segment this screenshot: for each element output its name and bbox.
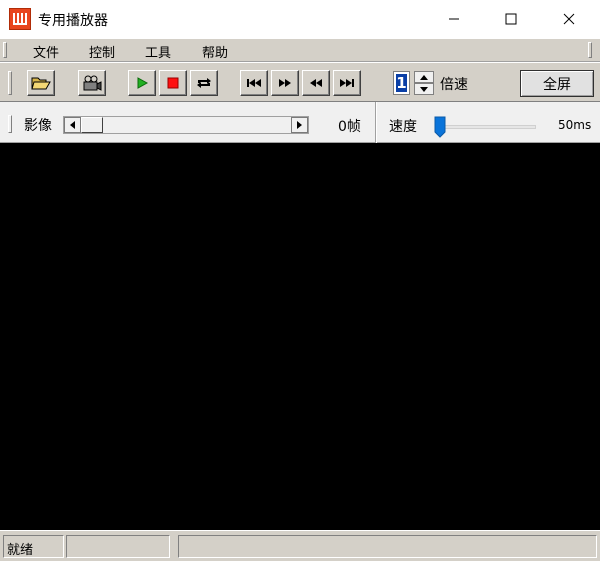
arrow-left-icon xyxy=(70,121,75,129)
fast-forward-button[interactable] xyxy=(271,70,299,96)
repeat-icon xyxy=(197,78,211,88)
close-button[interactable] xyxy=(546,0,592,38)
image-label: 影像 xyxy=(24,118,52,134)
skip-to-start-icon xyxy=(247,79,261,87)
fullscreen-button[interactable]: 全屏 xyxy=(520,70,594,97)
open-button[interactable] xyxy=(27,70,55,96)
close-icon xyxy=(563,13,575,25)
app-icon xyxy=(9,8,31,30)
slider-divider xyxy=(375,102,377,143)
image-scroll-thumb[interactable] xyxy=(81,117,103,133)
fast-forward-icon xyxy=(279,79,291,87)
repeat-button[interactable] xyxy=(190,70,218,96)
menu-bar: 文件 控制 工具 帮助 xyxy=(0,38,600,62)
open-folder-icon xyxy=(31,77,51,90)
menubar-grip[interactable] xyxy=(3,42,7,58)
chevron-down-icon xyxy=(420,86,428,92)
chevron-up-icon xyxy=(420,74,428,80)
toolbar-grip[interactable] xyxy=(8,71,12,95)
rewind-button[interactable] xyxy=(302,70,330,96)
slider-bar: 影像 0帧 速度 50ms xyxy=(0,102,600,143)
menubar-grip-right xyxy=(588,42,592,58)
speed-multiplier-value: 1 xyxy=(396,74,407,92)
menu-file[interactable]: 文件 xyxy=(33,42,59,61)
status-ready: 就绪 xyxy=(3,535,64,558)
title-bar: 专用播放器 xyxy=(0,0,600,38)
maximize-icon xyxy=(505,13,517,25)
skip-to-end-icon xyxy=(340,79,354,87)
window-title: 专用播放器 xyxy=(38,13,108,29)
minimize-button[interactable] xyxy=(431,0,477,38)
skip-end-button[interactable] xyxy=(333,70,361,96)
menu-tools[interactable]: 工具 xyxy=(145,42,171,61)
speed-label: 速度 xyxy=(389,119,417,135)
maximize-button[interactable] xyxy=(488,0,534,38)
image-scrollbar[interactable] xyxy=(63,116,309,134)
speed-slider-thumb[interactable] xyxy=(434,116,446,142)
play-icon xyxy=(137,77,149,89)
scroll-left-button[interactable] xyxy=(64,117,81,133)
status-bar: 就绪 xyxy=(0,530,600,561)
spin-down-button[interactable] xyxy=(414,83,434,95)
scroll-right-button[interactable] xyxy=(291,117,308,133)
minimize-icon xyxy=(449,18,459,20)
stop-button[interactable] xyxy=(159,70,187,96)
snapshot-button[interactable] xyxy=(78,70,106,96)
arrow-right-icon xyxy=(297,121,302,129)
status-pane-3 xyxy=(178,535,597,558)
menu-control[interactable]: 控制 xyxy=(89,42,115,61)
status-pane-2 xyxy=(66,535,170,558)
camera-icon xyxy=(83,75,102,91)
speed-multiplier-label: 倍速 xyxy=(440,77,468,93)
skip-start-button[interactable] xyxy=(240,70,268,96)
video-display[interactable] xyxy=(0,143,600,530)
speed-multiplier-input[interactable]: 1 xyxy=(393,71,410,95)
toolbar: 1 倍速 全屏 xyxy=(0,62,600,102)
speed-multiplier-spinner[interactable] xyxy=(414,71,434,95)
rewind-icon xyxy=(310,79,322,87)
menu-help[interactable]: 帮助 xyxy=(202,42,228,61)
play-button[interactable] xyxy=(128,70,156,96)
speed-value: 50ms xyxy=(558,118,592,132)
spin-up-button[interactable] xyxy=(414,71,434,83)
sliderbar-grip[interactable] xyxy=(8,115,12,133)
speed-slider-track[interactable] xyxy=(436,125,536,129)
frame-count: 0帧 xyxy=(338,119,361,135)
stop-icon xyxy=(167,77,179,89)
